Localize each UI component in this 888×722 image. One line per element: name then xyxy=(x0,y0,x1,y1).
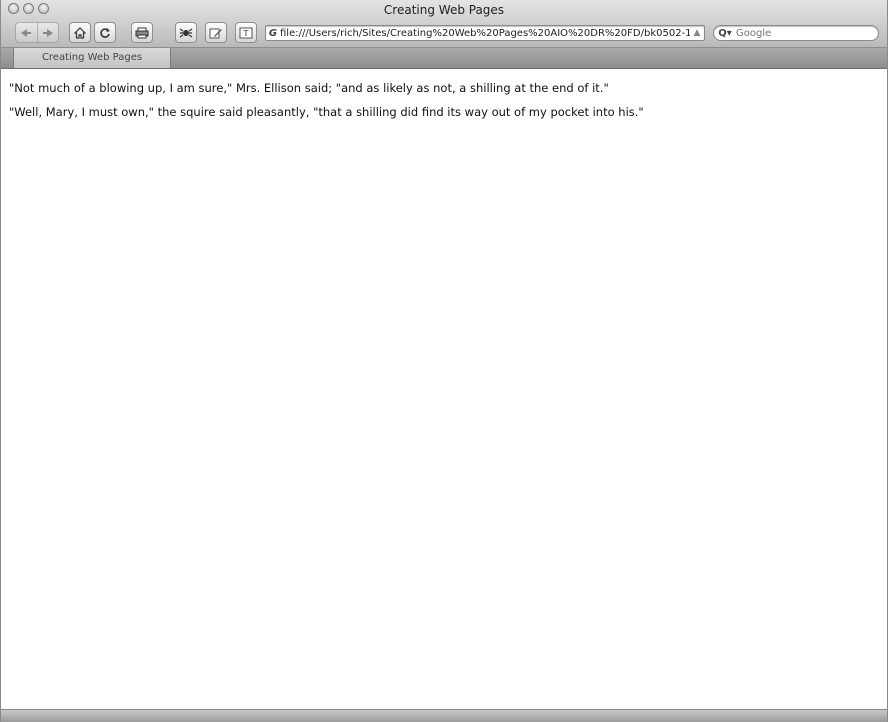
back-arrow-icon xyxy=(21,28,32,37)
text-size-button[interactable]: T xyxy=(235,22,257,43)
home-icon xyxy=(74,26,86,39)
edit-icon xyxy=(209,28,222,38)
search-input[interactable] xyxy=(736,27,878,39)
text-size-icon: T xyxy=(239,27,253,38)
print-button[interactable] xyxy=(131,22,153,43)
print-icon xyxy=(135,27,149,38)
browser-window: Creating Web Pages T G file:///Users/ric… xyxy=(0,0,888,722)
paragraph: "Not much of a blowing up, I am sure," M… xyxy=(9,81,609,95)
tab-creating-web-pages[interactable]: Creating Web Pages xyxy=(13,48,171,68)
forward-arrow-icon xyxy=(42,28,53,37)
bug-icon xyxy=(179,28,193,37)
search-icon[interactable]: Q▾ xyxy=(714,28,736,39)
title-toolbar: Creating Web Pages T G file:///Users/ric… xyxy=(1,0,887,48)
tab-bar: Creating Web Pages xyxy=(1,48,887,69)
url-dropdown-icon[interactable]: ▲ xyxy=(690,28,704,38)
home-button[interactable] xyxy=(69,22,91,43)
forward-button[interactable] xyxy=(38,23,59,42)
url-text[interactable]: file:///Users/rich/Sites/Creating%20Web%… xyxy=(280,28,690,39)
paragraph: "Well, Mary, I must own," the squire sai… xyxy=(9,105,644,119)
edit-button[interactable] xyxy=(205,22,227,43)
back-forward-group xyxy=(15,22,59,43)
page-content: "Not much of a blowing up, I am sure," M… xyxy=(1,69,887,710)
reload-button[interactable] xyxy=(94,22,116,43)
status-bar xyxy=(1,709,887,722)
window-title: Creating Web Pages xyxy=(383,3,505,17)
reload-icon xyxy=(100,27,110,38)
search-field[interactable]: Q▾ xyxy=(713,25,879,41)
page-favicon-icon: G xyxy=(268,27,278,39)
back-button[interactable] xyxy=(16,23,38,42)
address-bar[interactable]: G file:///Users/rich/Sites/Creating%20We… xyxy=(265,25,705,41)
bug-button[interactable] xyxy=(175,22,197,43)
svg-text:T: T xyxy=(243,29,249,38)
